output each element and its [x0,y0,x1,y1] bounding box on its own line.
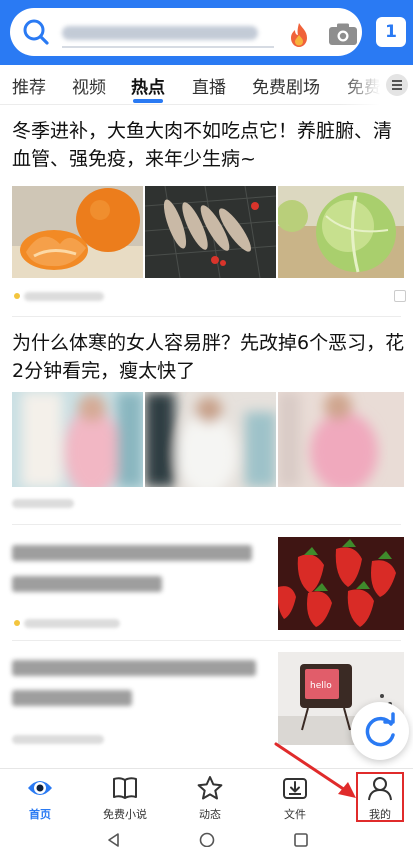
book-icon [113,777,137,799]
blurred-title-line[interactable] [12,545,252,561]
article-image-blurred[interactable] [145,392,276,487]
search-placeholder [62,26,258,40]
nav-label: 首页 [29,808,51,821]
meta-dot [14,620,20,626]
top-header: 1 [0,0,413,65]
star-icon [197,776,223,800]
article-image-blurred[interactable] [278,392,404,487]
blurred-title-line[interactable] [12,690,132,706]
search-box[interactable] [10,8,362,56]
system-nav-bar [0,824,413,847]
recent-apps-icon[interactable] [293,832,309,847]
channel-tabs: 推荐 视频 热点 直播 免费剧场 免费 [0,65,413,105]
blurred-title-line[interactable] [12,576,162,592]
tab-video[interactable]: 视频 [72,73,106,98]
eye-icon [28,781,52,795]
nav-label: 免费小说 [103,808,147,821]
meta-dot [14,293,20,299]
article-image-orange[interactable] [12,186,143,278]
camera-icon[interactable] [328,22,358,46]
article-meta [12,735,104,744]
svg-text:hello: hello [310,681,332,691]
tab-recommend[interactable]: 推荐 [12,73,46,98]
tabs-count-button[interactable]: 1 [376,17,406,47]
article-title[interactable]: 为什么体寒的女人容易胖？先改掉6个恶习，花2分钟看完，瘦太快了 [12,329,406,385]
article-image-cabbage[interactable] [278,186,404,278]
home-icon[interactable] [199,832,215,847]
fire-icon[interactable] [288,22,310,48]
search-underline [62,46,274,48]
annotation-highlight-box [356,772,404,822]
back-icon[interactable] [106,832,122,847]
article-meta [12,499,74,508]
article-meta [24,619,120,628]
tab-free-theater[interactable]: 免费剧场 [252,73,320,98]
tab-live[interactable]: 直播 [192,73,226,98]
nav-label: 动态 [199,808,221,821]
active-tab-indicator [133,99,163,103]
channel-menu-icon[interactable] [386,74,408,96]
nav-home[interactable]: 首页 [0,769,80,825]
divider [12,640,401,641]
tab-hot[interactable]: 热点 [131,73,165,98]
dislike-icon[interactable] [394,290,406,302]
article-image-strawberries[interactable] [278,537,404,630]
divider [12,316,401,317]
search-icon [23,19,49,45]
article-image-blurred[interactable] [12,392,143,487]
nav-feed[interactable]: 动态 [170,769,250,825]
article-image-fish[interactable] [145,186,276,278]
nav-label: 文件 [284,808,306,821]
article-title[interactable]: 冬季进补，大鱼大肉不如吃点它！养脏腑、清血管、强免疫，来年少生病~ [12,117,406,173]
article-meta [24,292,104,301]
nav-free-novels[interactable]: 免费小说 [85,769,165,825]
annotation-arrow [274,742,356,798]
divider [12,524,401,525]
blurred-title-line[interactable] [12,660,256,676]
